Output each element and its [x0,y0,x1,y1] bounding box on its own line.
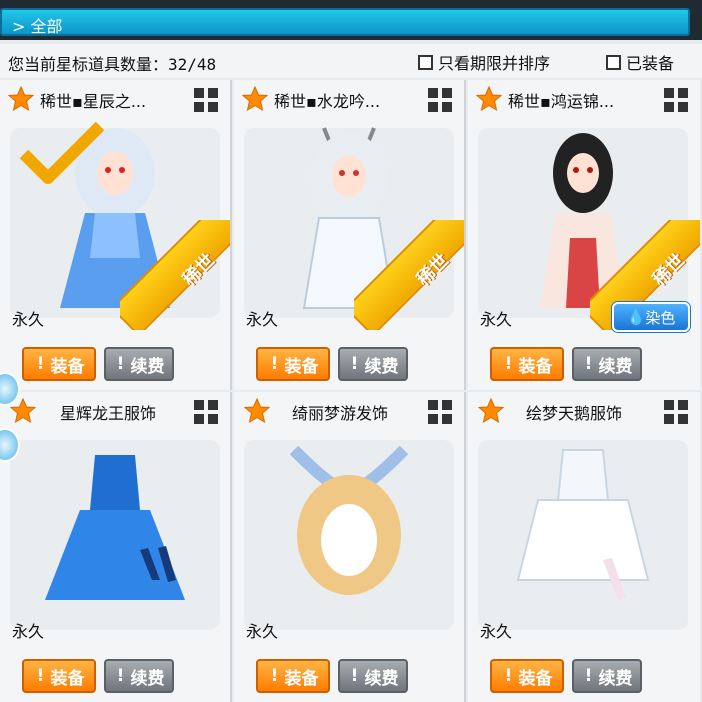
star-icon [244,398,270,424]
equip-button[interactable]: ! 装备 [490,347,564,381]
equipped-check-icon [19,121,105,184]
item-name: 绘梦天鹅服饰 [526,404,623,423]
equipped-filter-label: 已装备 [626,54,675,73]
grid-menu-icon[interactable] [192,398,220,426]
costume-white-swan-icon [516,449,650,600]
item-name: 绮丽梦游发饰 [292,404,389,423]
hair-accessory-icon [289,445,409,595]
item-duration: 永久 [480,310,513,329]
item-duration: 永久 [12,622,45,641]
count-label: 您当前星标道具数量： [8,55,169,74]
item-duration: 永久 [12,310,45,329]
equip-label: 装备 [284,356,319,377]
grid-menu-icon[interactable] [192,86,220,114]
tab-all-label: 全部 [30,17,63,36]
equipped-filter-checkbox[interactable]: 已装备 [606,50,674,74]
renew-label: 续费 [130,668,165,689]
item-card[interactable]: 稀世▪鸿运锦... 稀世 永久 💧 染色 ! 装备 ! 续费 [468,80,700,390]
status-row: 您当前星标道具数量：32/48 只看期限并排序 已装备 [0,44,702,78]
equip-button[interactable]: ! 装备 [22,659,96,693]
grid-menu-icon[interactable] [662,86,690,114]
grid-menu-icon[interactable] [662,398,690,426]
equip-label: 装备 [50,356,85,377]
renew-label: 续费 [364,668,399,689]
renew-button[interactable]: ! 续费 [338,347,408,381]
equip-label: 装备 [518,668,553,689]
chevron-right-icon: > [12,17,26,36]
renew-button[interactable]: ! 续费 [572,347,642,381]
checkbox-icon [418,54,433,70]
equip-button[interactable]: ! 装备 [490,659,564,693]
star-item-count: 您当前星标道具数量：32/48 [8,51,216,75]
renew-button[interactable]: ! 续费 [338,659,408,693]
item-duration: 永久 [480,622,513,641]
star-icon [242,86,268,112]
renew-label: 续费 [598,356,633,377]
equip-label: 装备 [518,356,553,377]
equip-label: 装备 [50,668,85,689]
star-icon [476,86,502,112]
item-card[interactable]: 稀世▪星辰之... 稀世 永久 ! 装备 ! 续费 [0,80,232,390]
item-name: 稀世▪鸿运锦... [508,92,615,111]
item-card[interactable]: 稀世▪水龙吟... 稀世 永久 ! 装备 ! 续费 [234,80,466,390]
star-icon [478,398,504,424]
equip-label: 装备 [284,668,319,689]
rare-badge: 稀世 [354,220,464,330]
limited-filter-checkbox[interactable]: 只看期限并排序 [418,50,550,74]
item-duration: 永久 [246,622,279,641]
renew-button[interactable]: ! 续费 [104,659,174,693]
equip-button[interactable]: ! 装备 [256,659,330,693]
limited-filter-label: 只看期限并排序 [438,54,551,73]
checkbox-icon [606,54,621,70]
item-name: 稀世▪水龙吟... [274,92,381,111]
item-name: 稀世▪星辰之... [40,92,147,111]
grid-menu-icon[interactable] [426,86,454,114]
costume-blue-gown-icon [45,455,185,600]
item-name: 星辉龙王服饰 [60,404,157,423]
count-value: 32/48 [168,55,217,74]
renew-label: 续费 [364,356,399,377]
tab-all[interactable]: > 全部 [0,8,690,36]
renew-label: 续费 [130,356,165,377]
item-card[interactable]: 星辉龙王服饰 永久 ! 装备 ! 续费 [0,392,232,702]
item-card[interactable]: 绮丽梦游发饰 永久 ! 装备 ! 续费 [234,392,466,702]
grid-menu-icon[interactable] [426,398,454,426]
item-grid: 稀世▪星辰之... 稀世 永久 ! 装备 ! 续费 稀世▪水龙吟... 稀世 永久 … [0,80,702,702]
dye-label: 染色 [645,308,676,327]
star-icon [8,86,34,112]
equip-button[interactable]: ! 装备 [256,347,330,381]
water-drop-icon: 💧 [626,308,646,326]
rare-badge: 稀世 [120,220,230,330]
equip-button[interactable]: ! 装备 [22,347,96,381]
renew-label: 续费 [598,668,633,689]
item-duration: 永久 [246,310,279,329]
renew-button[interactable]: ! 续费 [572,659,642,693]
item-card[interactable]: 绘梦天鹅服饰 永久 ! 装备 ! 续费 [468,392,700,702]
dye-button[interactable]: 💧 染色 [612,302,690,332]
renew-button[interactable]: ! 续费 [104,347,174,381]
